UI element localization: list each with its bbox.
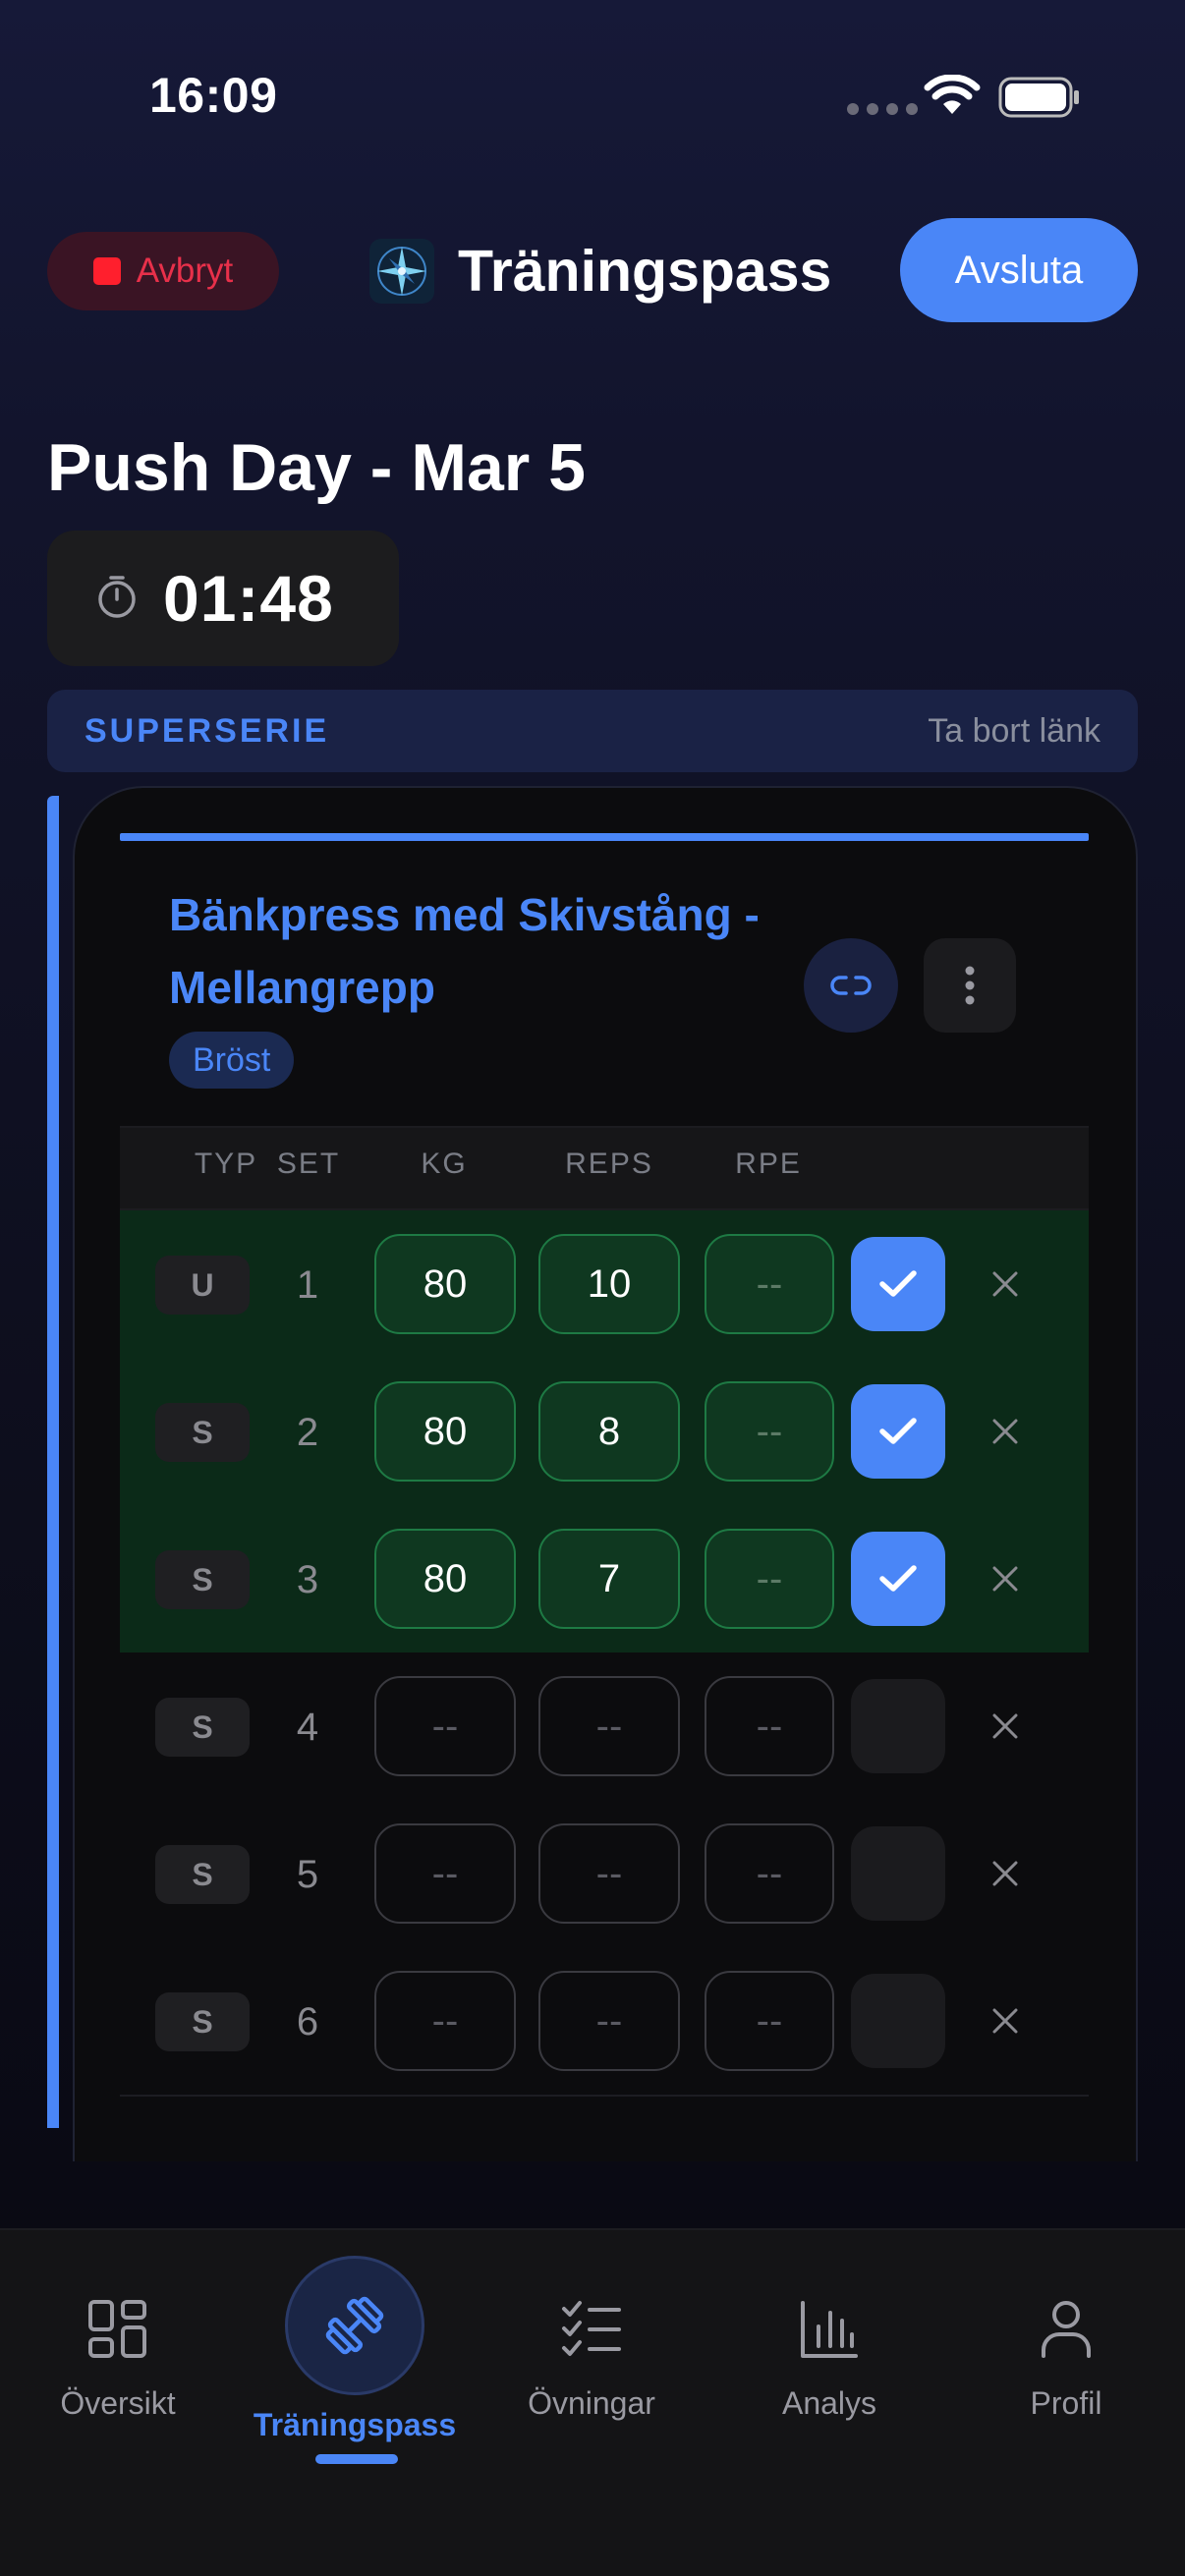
checkmark-icon xyxy=(879,1565,917,1592)
nav-tab-workouts[interactable]: Träningspass xyxy=(237,2407,473,2443)
unlink-superset-button[interactable]: Ta bort länk xyxy=(928,712,1100,751)
close-icon xyxy=(992,1566,1018,1592)
superset-link-button[interactable] xyxy=(804,938,898,1033)
bar-chart-icon xyxy=(801,2301,858,2358)
rpe-input[interactable]: -- xyxy=(705,1529,834,1629)
checklist-icon xyxy=(562,2301,621,2356)
rpe-input[interactable]: -- xyxy=(705,1676,834,1776)
nav-tab-exercises[interactable]: Övningar xyxy=(474,2299,709,2422)
reps-input[interactable]: 7 xyxy=(538,1529,680,1629)
nav-label: Träningspass xyxy=(253,2407,457,2442)
close-icon xyxy=(992,1419,1018,1444)
workout-timer[interactable]: 01:48 xyxy=(47,531,399,666)
reps-input[interactable]: -- xyxy=(538,1823,680,1924)
reps-input[interactable]: 10 xyxy=(538,1234,680,1334)
nav-label: Översikt xyxy=(60,2385,176,2421)
cellular-signal-icon xyxy=(847,103,918,115)
weight-input[interactable]: -- xyxy=(374,1676,516,1776)
link-icon xyxy=(830,976,872,995)
complete-set-toggle[interactable] xyxy=(851,1237,945,1331)
weight-input[interactable]: 80 xyxy=(374,1381,516,1482)
wifi-icon xyxy=(924,74,981,121)
close-icon xyxy=(992,2008,1018,2034)
set-type-badge[interactable]: U xyxy=(155,1256,250,1315)
delete-set-button[interactable] xyxy=(986,1707,1025,1746)
col-rpe: RPE xyxy=(735,1148,802,1180)
col-reps: REPS xyxy=(565,1148,653,1180)
active-tab-highlight xyxy=(285,2256,424,2395)
checkmark-icon xyxy=(879,1418,917,1444)
weight-input[interactable]: 80 xyxy=(374,1234,516,1334)
header-title: Träningspass xyxy=(458,239,832,304)
nav-tab-profile[interactable]: Profil xyxy=(948,2299,1184,2422)
weight-input[interactable]: -- xyxy=(374,1823,516,1924)
stop-icon xyxy=(92,257,121,285)
set-type-badge[interactable]: S xyxy=(155,1698,250,1757)
close-icon xyxy=(992,1861,1018,1886)
rpe-input[interactable]: -- xyxy=(705,1381,834,1482)
delete-set-button[interactable] xyxy=(986,2001,1025,2041)
nav-label: Övningar xyxy=(528,2385,655,2421)
more-vertical-icon xyxy=(965,966,975,1005)
finish-workout-button[interactable]: Avsluta xyxy=(900,218,1138,322)
nav-label: Profil xyxy=(1030,2385,1102,2421)
timer-value: 01:48 xyxy=(163,562,334,635)
close-icon xyxy=(992,1271,1018,1297)
col-kg: KG xyxy=(421,1148,468,1180)
set-number: 6 xyxy=(296,2000,319,2044)
complete-set-toggle[interactable] xyxy=(851,1679,945,1773)
set-type-badge[interactable]: S xyxy=(155,1845,250,1904)
set-number: 2 xyxy=(296,1411,319,1454)
set-type-badge[interactable]: S xyxy=(155,1992,250,2051)
set-number: 5 xyxy=(296,1853,319,1896)
delete-set-button[interactable] xyxy=(986,1412,1025,1451)
cancel-workout-button[interactable]: Avbryt xyxy=(47,232,279,310)
rpe-input[interactable]: -- xyxy=(705,1234,834,1334)
rpe-input[interactable]: -- xyxy=(705,1971,834,2071)
delete-set-button[interactable] xyxy=(986,1264,1025,1304)
person-icon xyxy=(1042,2301,1091,2358)
workout-title[interactable]: Push Day - Mar 5 xyxy=(47,428,586,507)
checkmark-icon xyxy=(879,1270,917,1297)
weight-input[interactable]: -- xyxy=(374,1971,516,2071)
complete-set-toggle[interactable] xyxy=(851,1826,945,1921)
col-set: SET xyxy=(276,1148,341,1180)
nav-label: Analys xyxy=(781,2385,877,2421)
stopwatch-icon xyxy=(96,574,138,624)
grid-icon xyxy=(88,2300,146,2358)
nav-tab-analytics[interactable]: Analys xyxy=(711,2299,947,2422)
delete-set-button[interactable] xyxy=(986,1854,1025,1893)
reps-input[interactable]: -- xyxy=(538,1971,680,2071)
muscle-tag: Bröst xyxy=(169,1032,295,1089)
reps-input[interactable]: 8 xyxy=(538,1381,680,1482)
set-number: 1 xyxy=(296,1263,319,1307)
rpe-input[interactable]: -- xyxy=(705,1823,834,1924)
superset-label: SUPERSERIE xyxy=(85,711,330,750)
battery-icon xyxy=(998,77,1081,123)
set-number: 4 xyxy=(296,1706,319,1749)
card-accent-line xyxy=(120,833,1089,841)
table-divider xyxy=(120,2095,1089,2097)
superset-accent-bar xyxy=(47,796,59,2128)
cancel-label: Avbryt xyxy=(136,252,234,290)
delete-set-button[interactable] xyxy=(986,1559,1025,1598)
reps-input[interactable]: -- xyxy=(538,1676,680,1776)
weight-input[interactable]: 80 xyxy=(374,1529,516,1629)
exercise-name[interactable]: Bänkpress med Skivstång - Mellangrepp xyxy=(169,878,818,1024)
status-time: 16:09 xyxy=(149,68,278,123)
dumbbell-icon xyxy=(325,2296,384,2355)
complete-set-toggle[interactable] xyxy=(851,1974,945,2068)
complete-set-toggle[interactable] xyxy=(851,1532,945,1626)
exercise-menu-button[interactable] xyxy=(924,938,1016,1033)
compass-logo-icon xyxy=(369,239,434,304)
set-type-badge[interactable]: S xyxy=(155,1403,250,1462)
superset-banner: SUPERSERIE Ta bort länk xyxy=(47,690,1138,772)
close-icon xyxy=(992,1713,1018,1739)
set-type-badge[interactable]: S xyxy=(155,1550,250,1609)
complete-set-toggle[interactable] xyxy=(851,1384,945,1479)
set-number: 3 xyxy=(296,1558,319,1601)
nav-tab-overview[interactable]: Översikt xyxy=(0,2299,236,2422)
active-tab-indicator xyxy=(315,2454,398,2464)
